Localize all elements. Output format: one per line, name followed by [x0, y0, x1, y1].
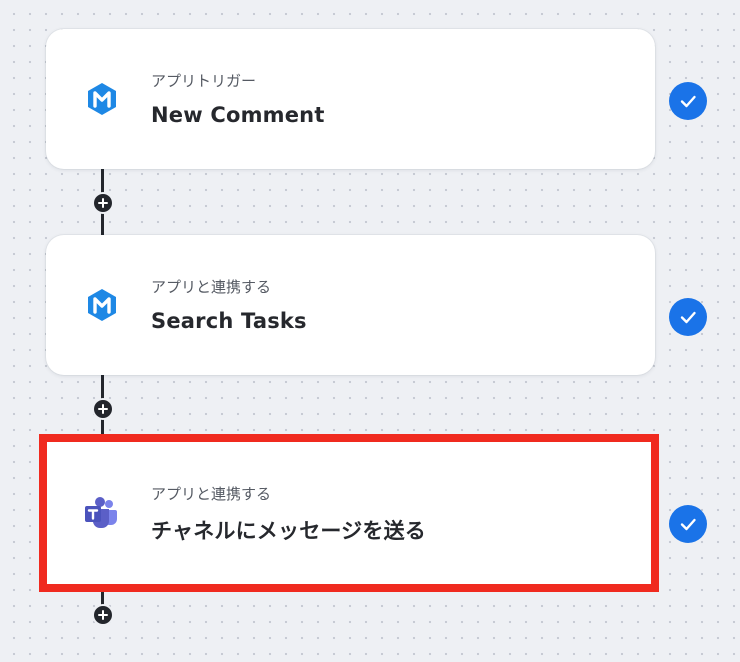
add-step-button[interactable] [92, 398, 114, 420]
step-complete-check-icon [669, 82, 707, 120]
plus-icon [98, 198, 108, 208]
workflow-step-card[interactable]: アプリと連携する Search Tasks [46, 235, 655, 375]
highlight-box [39, 434, 659, 592]
plus-icon [98, 610, 108, 620]
step-complete-check-icon [669, 298, 707, 336]
meistertask-icon [88, 289, 116, 321]
step-title: New Comment [151, 103, 325, 127]
meistertask-icon [88, 83, 116, 115]
workflow-step-card[interactable]: アプリトリガー New Comment [46, 29, 655, 169]
plus-icon [98, 404, 108, 414]
step-title: Search Tasks [151, 309, 307, 333]
step-type-label: アプリトリガー [151, 72, 257, 90]
add-step-button[interactable] [92, 604, 114, 626]
add-step-button[interactable] [92, 192, 114, 214]
step-type-label: アプリと連携する [151, 278, 272, 296]
step-complete-check-icon [669, 505, 707, 543]
